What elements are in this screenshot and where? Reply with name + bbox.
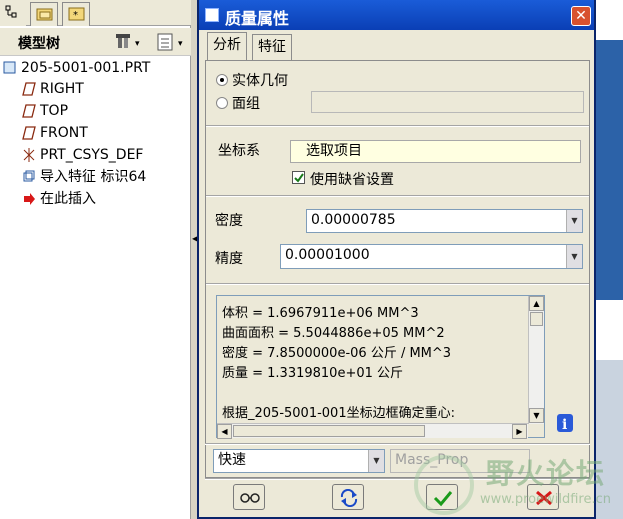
use-default-checkbox[interactable]	[292, 171, 305, 184]
dialog-title: 质量属性	[225, 9, 290, 28]
watermark-text: 野火论坛	[486, 457, 607, 490]
datum-plane-icon	[22, 104, 36, 118]
svg-text:*: *	[73, 10, 78, 21]
repeat-button[interactable]	[332, 484, 364, 510]
folder-icon	[36, 8, 53, 21]
result-surface-area: 曲面面积 = 5.5044886e+05 MM^2	[222, 326, 445, 341]
tab-folder-browser[interactable]	[30, 2, 58, 26]
tab-model-tree[interactable]	[0, 2, 26, 26]
tree-title: 模型树	[18, 36, 60, 52]
solid-geometry-label: 实体几何	[232, 73, 288, 89]
model-geometry	[593, 40, 623, 300]
scroll-right-icon[interactable]: ▶	[512, 424, 527, 439]
tree-icon	[5, 5, 17, 18]
dialog-titlebar[interactable]: 质量属性 ✕	[199, 0, 594, 30]
csys-label: 坐标系	[218, 143, 260, 159]
info-button[interactable]: i	[556, 412, 574, 434]
precision-label: 精度	[215, 251, 243, 267]
csys-select-field[interactable]: 选取项目	[290, 140, 581, 163]
tools-icon: ▾	[116, 34, 140, 49]
scroll-thumb[interactable]	[233, 425, 425, 437]
scroll-down-icon[interactable]: ▼	[529, 408, 544, 423]
result-mass: 质量 = 1.3319810e+01 公斤	[222, 366, 404, 381]
checkmark-icon	[294, 173, 304, 183]
repeat-icon	[340, 489, 358, 507]
scroll-up-icon[interactable]: ▲	[529, 296, 544, 311]
mode-combo[interactable]: 快速 ▼	[213, 449, 385, 473]
density-value: 0.00000785	[311, 212, 396, 228]
use-default-label: 使用缺省设置	[310, 172, 394, 188]
svg-text:▾: ▾	[135, 39, 140, 49]
chevron-down-icon[interactable]: ▼	[368, 450, 384, 472]
quilt-field[interactable]	[311, 91, 584, 113]
tree-header: 模型树 ▾ ▾	[0, 28, 191, 56]
insert-here-arrow-icon	[24, 193, 35, 205]
navigator-tabs: *	[0, 0, 191, 26]
density-combo[interactable]: 0.00000785 ▼	[306, 209, 583, 233]
watermark-url: www.proewildfire.cn	[480, 492, 611, 507]
divider	[206, 195, 589, 197]
datum-plane-icon	[22, 82, 36, 96]
tab-feature[interactable]: 特征	[252, 34, 292, 60]
mass-properties-dialog: 质量属性 ✕ 分析 特征 实体几何 面组 坐标系 选取项目 使用缺省设置 密度 …	[197, 0, 596, 519]
precision-value: 0.00001000	[285, 247, 370, 263]
divider	[206, 125, 589, 127]
info-icon: i	[557, 414, 573, 433]
window-icon	[205, 8, 219, 22]
close-button[interactable]: ✕	[571, 6, 591, 26]
part-icon	[3, 61, 16, 74]
result-density: 密度 = 7.8500000e-06 公斤 / MM^3	[222, 346, 452, 361]
divider	[206, 283, 589, 285]
quilt-label: 面组	[232, 96, 260, 112]
precision-combo[interactable]: 0.00001000 ▼	[280, 244, 583, 269]
density-label: 密度	[215, 213, 243, 229]
svg-text:▾: ▾	[178, 39, 183, 49]
model-tree-panel: * 模型树 ▾ ▾ 205-5001-001.PRT RIGHT TOP FRO…	[0, 0, 191, 519]
scroll-thumb[interactable]	[530, 312, 543, 326]
settings-dropdown-button[interactable]: ▾	[116, 32, 146, 52]
horizontal-scrollbar[interactable]: ◀ ▶	[217, 423, 528, 439]
solid-geometry-radio[interactable]	[216, 74, 228, 86]
result-center-of-gravity: 根据_205-5001-001坐标边框确定重心:	[222, 406, 455, 421]
vertical-scrollbar[interactable]: ▲ ▼	[528, 296, 544, 424]
svg-text:i: i	[562, 417, 567, 433]
tab-analysis[interactable]: 分析	[207, 32, 247, 60]
import-feature-icon	[23, 170, 35, 182]
model-geometry-gap	[593, 300, 623, 360]
result-volume: 体积 = 1.6967911e+06 MM^3	[222, 306, 419, 321]
show-dropdown-button[interactable]: ▾	[156, 32, 188, 52]
preview-button[interactable]	[233, 484, 265, 510]
results-text-area[interactable]: 体积 = 1.6967911e+06 MM^3 曲面面积 = 5.5044886…	[216, 295, 545, 438]
quilt-radio[interactable]	[216, 97, 228, 109]
watermark-logo	[414, 455, 474, 515]
chevron-down-icon[interactable]: ▼	[566, 210, 582, 232]
glasses-icon	[240, 493, 260, 503]
mode-value: 快速	[218, 452, 246, 468]
favorites-icon: *	[68, 7, 85, 21]
chevron-down-icon[interactable]: ▼	[566, 245, 582, 268]
divider	[205, 443, 590, 445]
list-icon: ▾	[157, 33, 183, 51]
datum-plane-icon	[22, 126, 36, 140]
scroll-left-icon[interactable]: ◀	[217, 424, 232, 439]
coordinate-system-icon	[23, 148, 35, 162]
tab-favorites[interactable]: *	[62, 2, 90, 26]
